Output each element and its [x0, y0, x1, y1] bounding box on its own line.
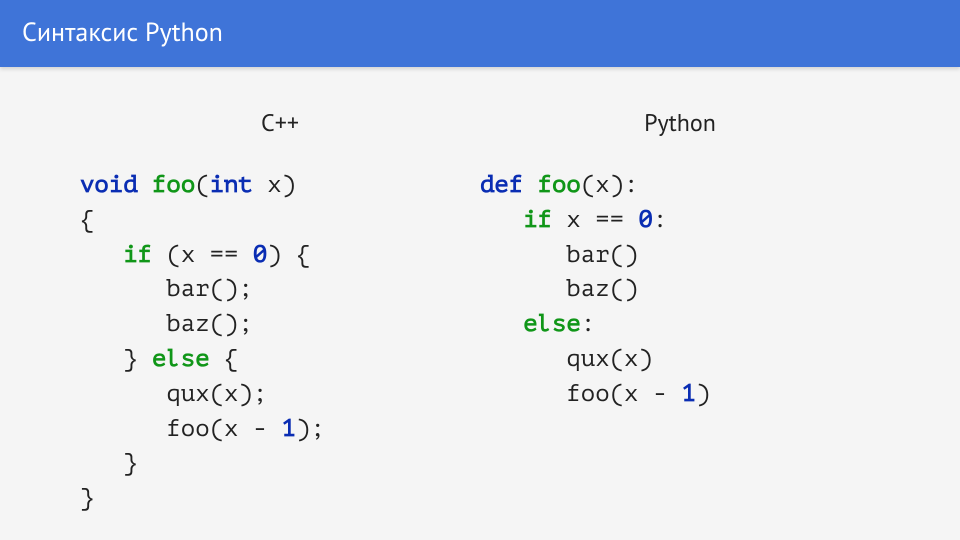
call-qux-py: qux(x) — [566, 345, 652, 372]
rec-fn-py: foo — [566, 380, 609, 407]
rec-val: 1 — [282, 415, 296, 442]
cond-var-py: x — [566, 206, 580, 233]
cpp-column: C++ void foo(int x) { if (x == 0) { bar(… — [80, 107, 480, 516]
content-row: C++ void foo(int x) { if (x == 0) { bar(… — [0, 67, 960, 516]
call-bar-py: bar() — [566, 241, 638, 268]
cond-var: x — [181, 241, 195, 268]
fn-foo: foo — [152, 171, 195, 198]
param-x-py: x — [595, 171, 609, 198]
fn-foo-py: foo — [538, 171, 581, 198]
kw-void: void — [80, 171, 138, 198]
cpp-title: C++ — [80, 107, 480, 138]
kw-int: int — [210, 171, 253, 198]
python-title: Python — [480, 107, 880, 138]
kw-if-py: if — [523, 206, 552, 233]
rec-arg-pre: (x - — [210, 415, 282, 442]
rec-arg-post: ); — [296, 415, 325, 442]
call-bar: bar(); — [166, 275, 252, 302]
cond-val: 0 — [253, 241, 267, 268]
kw-else-py: else — [523, 310, 581, 337]
python-column: Python def foo(x): if x == 0: bar() baz(… — [480, 107, 880, 516]
kw-def: def — [480, 171, 523, 198]
cond-val-py: 0 — [638, 206, 652, 233]
call-baz: baz(); — [166, 310, 252, 337]
rec-arg-post-py: ) — [696, 380, 710, 407]
rec-fn: foo — [166, 415, 209, 442]
cond-op-py: == — [595, 206, 624, 233]
call-baz-py: baz() — [566, 275, 638, 302]
kw-if: if — [123, 241, 152, 268]
python-code-block: def foo(x): if x == 0: bar() baz() else:… — [480, 168, 880, 412]
cpp-code-block: void foo(int x) { if (x == 0) { bar(); b… — [80, 168, 480, 516]
rec-val-py: 1 — [682, 380, 696, 407]
rec-arg-pre-py: (x - — [610, 380, 682, 407]
call-qux: qux(x); — [166, 380, 267, 407]
cond-op: == — [210, 241, 239, 268]
kw-else: else — [152, 345, 210, 372]
page-title: Синтаксис Python — [22, 16, 223, 49]
page-header: Синтаксис Python — [0, 0, 960, 67]
param-x: x — [267, 171, 281, 198]
